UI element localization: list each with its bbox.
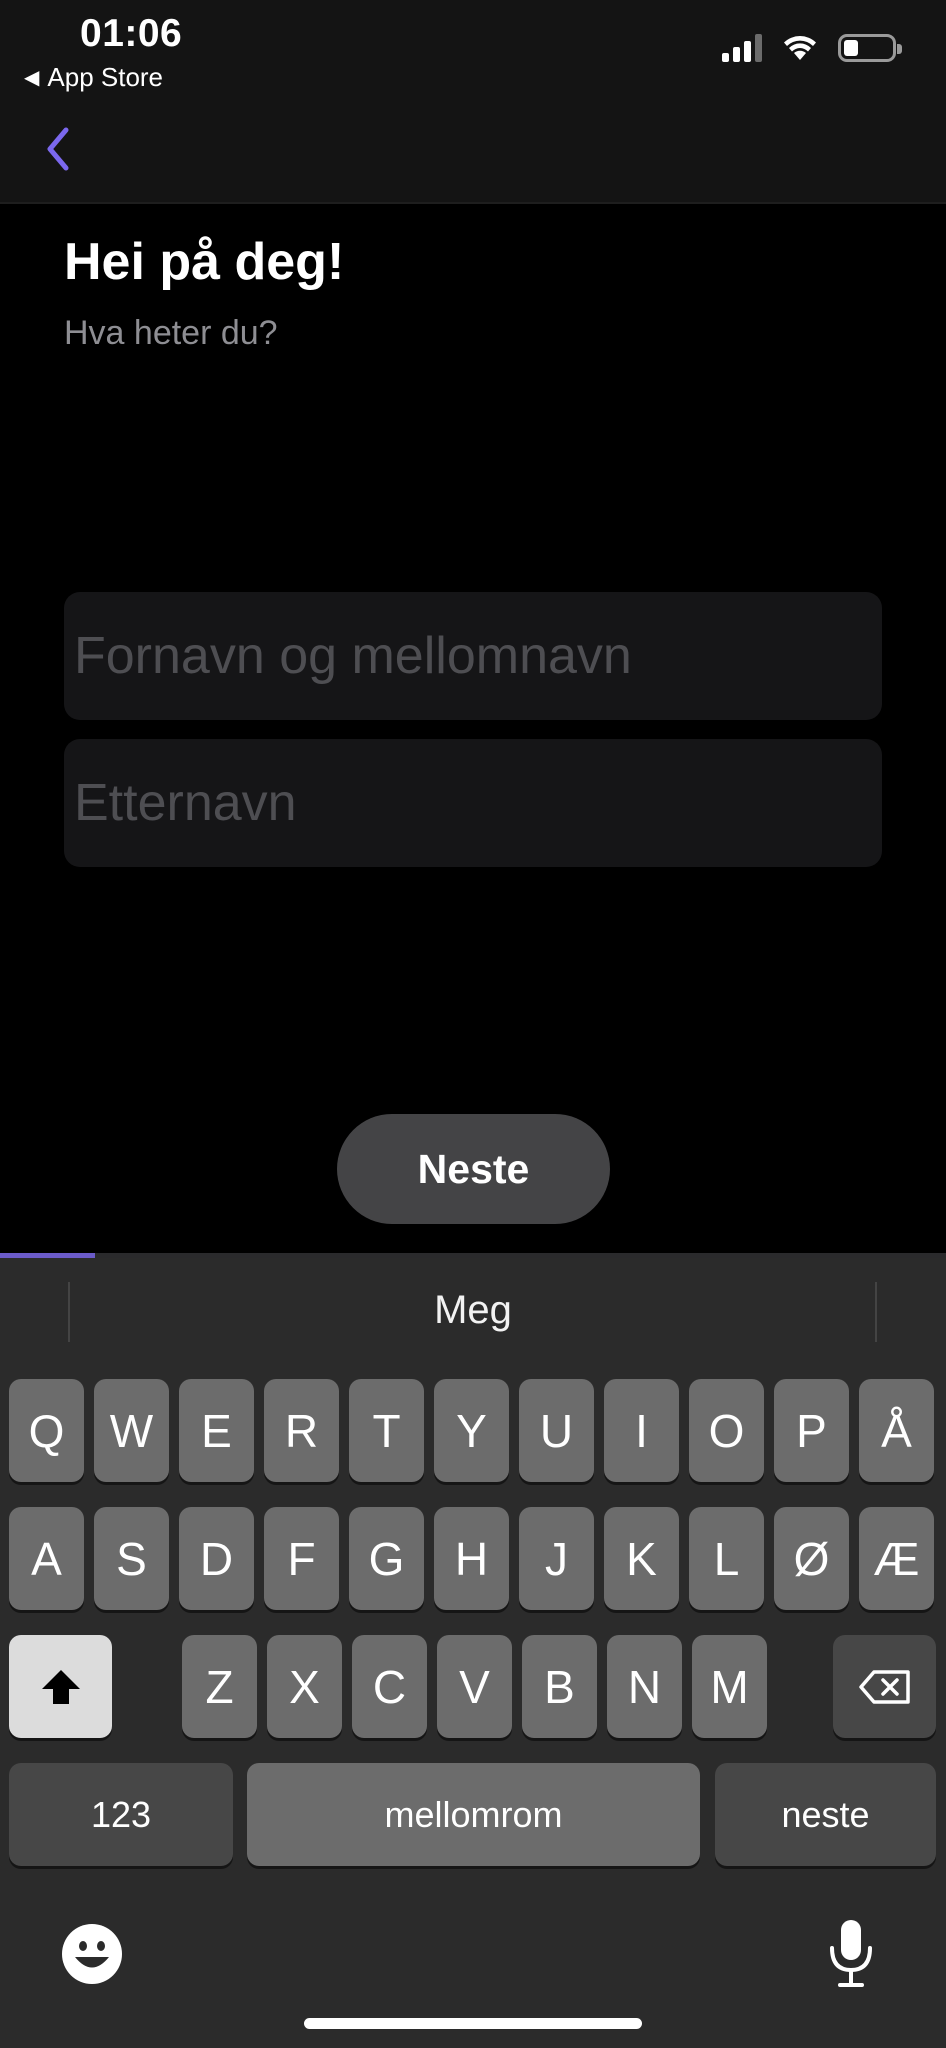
space-key[interactable]: mellomrom bbox=[247, 1763, 700, 1866]
key-row3-2[interactable]: C bbox=[352, 1635, 427, 1738]
microphone-icon[interactable] bbox=[826, 1918, 876, 1990]
battery-icon bbox=[838, 34, 902, 62]
back-to-app-link[interactable]: ◀ App Store bbox=[24, 62, 163, 93]
key-row2-4[interactable]: G bbox=[349, 1507, 424, 1610]
key-row2-9[interactable]: Ø bbox=[774, 1507, 849, 1610]
key-row1-1[interactable]: W bbox=[94, 1379, 169, 1482]
key-row2-1[interactable]: S bbox=[94, 1507, 169, 1610]
delete-icon bbox=[858, 1669, 910, 1704]
divider bbox=[0, 202, 946, 204]
shift-key[interactable] bbox=[9, 1635, 112, 1738]
key-row3-5[interactable]: N bbox=[607, 1635, 682, 1738]
key-row3-6[interactable]: M bbox=[692, 1635, 767, 1738]
key-row1-7[interactable]: I bbox=[604, 1379, 679, 1482]
back-app-label: App Store bbox=[47, 62, 164, 92]
key-row3-0[interactable]: Z bbox=[182, 1635, 257, 1738]
key-row3-1[interactable]: X bbox=[267, 1635, 342, 1738]
suggestion-divider bbox=[875, 1282, 877, 1342]
key-row2-5[interactable]: H bbox=[434, 1507, 509, 1610]
status-time: 01:06 bbox=[80, 12, 183, 55]
wifi-icon bbox=[784, 36, 816, 60]
key-row2-10[interactable]: Æ bbox=[859, 1507, 934, 1610]
key-row2-8[interactable]: L bbox=[689, 1507, 764, 1610]
first-name-input[interactable] bbox=[74, 626, 872, 686]
last-name-input[interactable] bbox=[74, 773, 872, 833]
key-row1-3[interactable]: R bbox=[264, 1379, 339, 1482]
key-row2-3[interactable]: F bbox=[264, 1507, 339, 1610]
key-row1-4[interactable]: T bbox=[349, 1379, 424, 1482]
keyboard: Meg QWERTYUIOPÅ ASDFGHJKLØÆ ZXCVBNM 123 … bbox=[0, 1258, 946, 2048]
suggestion-bar: Meg bbox=[0, 1258, 946, 1368]
delete-key[interactable] bbox=[833, 1635, 936, 1738]
key-row1-9[interactable]: P bbox=[774, 1379, 849, 1482]
key-row1-0[interactable]: Q bbox=[9, 1379, 84, 1482]
key-row1-5[interactable]: Y bbox=[434, 1379, 509, 1482]
key-row2-0[interactable]: A bbox=[9, 1507, 84, 1610]
key-row1-10[interactable]: Å bbox=[859, 1379, 934, 1482]
back-triangle-icon: ◀ bbox=[24, 67, 40, 89]
return-key[interactable]: neste bbox=[715, 1763, 936, 1866]
key-row3-3[interactable]: V bbox=[437, 1635, 512, 1738]
page-subtitle: Hva heter du? bbox=[64, 314, 278, 352]
key-row3-4[interactable]: B bbox=[522, 1635, 597, 1738]
key-row2-6[interactable]: J bbox=[519, 1507, 594, 1610]
next-button[interactable]: Neste bbox=[337, 1114, 610, 1224]
status-icons bbox=[722, 34, 902, 62]
suggestion-word[interactable]: Meg bbox=[0, 1288, 946, 1333]
key-row1-6[interactable]: U bbox=[519, 1379, 594, 1482]
emoji-icon[interactable] bbox=[60, 1922, 124, 1986]
chevron-left-icon[interactable] bbox=[40, 124, 76, 174]
key-row2-2[interactable]: D bbox=[179, 1507, 254, 1610]
last-name-field[interactable] bbox=[64, 739, 882, 867]
shift-icon bbox=[41, 1669, 80, 1704]
key-row1-2[interactable]: E bbox=[179, 1379, 254, 1482]
home-indicator bbox=[304, 2018, 642, 2029]
numbers-key[interactable]: 123 bbox=[9, 1763, 233, 1866]
key-row1-8[interactable]: O bbox=[689, 1379, 764, 1482]
cellular-signal-icon bbox=[722, 34, 762, 62]
page-title: Hei på deg! bbox=[64, 233, 345, 291]
top-bar: 01:06 ◀ App Store bbox=[0, 0, 946, 202]
key-row2-7[interactable]: K bbox=[604, 1507, 679, 1610]
first-name-field[interactable] bbox=[64, 592, 882, 720]
